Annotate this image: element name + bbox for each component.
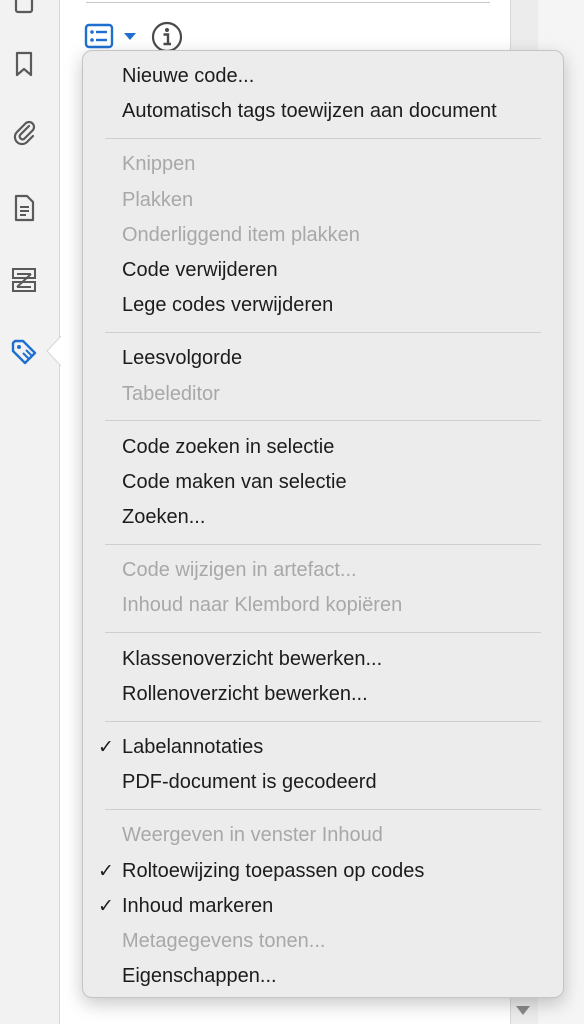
- menu-item-label: Rollenoverzicht bewerken...: [122, 682, 368, 705]
- menu-item[interactable]: Code zoeken in selectie: [83, 430, 563, 465]
- menu-separator: [105, 420, 541, 422]
- paperclip-icon[interactable]: [6, 114, 42, 150]
- menu-item[interactable]: Rollenoverzicht bewerken...: [83, 677, 563, 712]
- menu-item-label: Tabeleditor: [122, 382, 220, 405]
- page-icon[interactable]: [6, 0, 42, 20]
- tag-icon[interactable]: [6, 334, 42, 370]
- menu-item[interactable]: ✓ Roltoewijzing toepassen op codes: [83, 854, 563, 889]
- document-icon[interactable]: [6, 190, 42, 226]
- menu-separator: [105, 543, 541, 545]
- list-options-icon: [84, 23, 114, 49]
- navigation-sidebar: [0, 0, 60, 1024]
- menu-item: Weergeven in venster Inhoud: [83, 818, 563, 853]
- menu-item: Onderliggend item plakken: [83, 218, 563, 253]
- menu-item-label: Knippen: [122, 153, 196, 176]
- menu-item-label: Zoeken...: [122, 506, 206, 529]
- menu-item-label: Klassenoverzicht bewerken...: [122, 647, 383, 670]
- menu-separator: [105, 720, 541, 722]
- menu-item[interactable]: PDF-document is gecodeerd: [83, 765, 563, 800]
- menu-item-label: Inhoud markeren: [122, 894, 274, 917]
- menu-separator: [105, 331, 541, 333]
- menu-item[interactable]: ✓ Labelannotaties: [83, 730, 563, 765]
- menu-item[interactable]: Code maken van selectie: [83, 465, 563, 500]
- menu-item-label: Leesvolgorde: [122, 347, 243, 370]
- checkmark-icon: ✓: [98, 737, 114, 758]
- menu-item: Plakken: [83, 183, 563, 218]
- context-menu: Nieuwe code... Automatisch tags toewijzen…: [82, 50, 564, 998]
- menu-item: Inhoud naar Klembord kopiëren: [83, 588, 563, 623]
- menu-item-label: Onderliggend item plakken: [122, 223, 360, 246]
- menu-separator: [105, 137, 541, 139]
- menu-item-label: PDF-document is gecodeerd: [122, 771, 377, 794]
- menu-item-label: Code zoeken in selectie: [122, 435, 335, 458]
- checkmark-icon: ✓: [98, 895, 114, 917]
- menu-item[interactable]: Klassenoverzicht bewerken...: [83, 642, 563, 677]
- menu-item: Tabeleditor: [83, 377, 563, 412]
- menu-item-label: Labelannotaties: [122, 736, 264, 758]
- options-menu-button[interactable]: [84, 22, 140, 50]
- menu-item[interactable]: Code verwijderen: [83, 253, 563, 288]
- info-button[interactable]: [150, 20, 184, 54]
- menu-item: Metagegevens tonen...: [83, 924, 563, 959]
- checkmark-icon: ✓: [98, 860, 114, 882]
- scroll-down-arrow-icon[interactable]: [516, 1006, 530, 1015]
- menu-item-label: Weergeven in venster Inhoud: [122, 824, 383, 847]
- menu-item[interactable]: Eigenschappen...: [83, 959, 563, 994]
- menu-item[interactable]: Lege codes verwijderen: [83, 288, 563, 323]
- layers-icon[interactable]: [6, 262, 42, 298]
- menu-item-label: Nieuwe code...: [122, 65, 255, 87]
- menu-item-label: Plakken: [122, 188, 194, 211]
- info-icon: [151, 21, 183, 53]
- menu-item-label: Automatisch tags toewijzen aan document: [122, 100, 497, 123]
- menu-item[interactable]: Leesvolgorde: [83, 341, 563, 376]
- menu-item-label: Code verwijderen: [122, 258, 278, 281]
- menu-item[interactable]: ✓ Inhoud markeren: [83, 889, 563, 924]
- menu-item-label: Code wijzigen in artefact...: [122, 559, 357, 582]
- menu-item[interactable]: Automatisch tags toewijzen aan document: [83, 94, 563, 129]
- menu-separator: [105, 808, 541, 810]
- menu-item: Knippen: [83, 147, 563, 182]
- menu-item[interactable]: Zoeken...: [83, 500, 563, 535]
- menu-item-label: Roltoewijzing toepassen op codes: [122, 859, 425, 882]
- menu-item-label: Code maken van selectie: [122, 470, 347, 493]
- menu-item-label: Inhoud naar Klembord kopiëren: [122, 594, 403, 617]
- chevron-down-icon: [124, 33, 136, 40]
- menu-separator: [105, 632, 541, 634]
- menu-item-label: Metagegevens tonen...: [122, 929, 326, 952]
- panel-divider: [86, 2, 490, 3]
- menu-item-label: Lege codes verwijderen: [122, 294, 334, 317]
- menu-item[interactable]: Nieuwe code...: [83, 59, 563, 94]
- bookmark-icon[interactable]: [6, 46, 42, 82]
- menu-item: Code wijzigen in artefact...: [83, 553, 563, 588]
- active-tab-pointer: [46, 336, 61, 366]
- menu-item-label: Eigenschappen...: [122, 965, 277, 988]
